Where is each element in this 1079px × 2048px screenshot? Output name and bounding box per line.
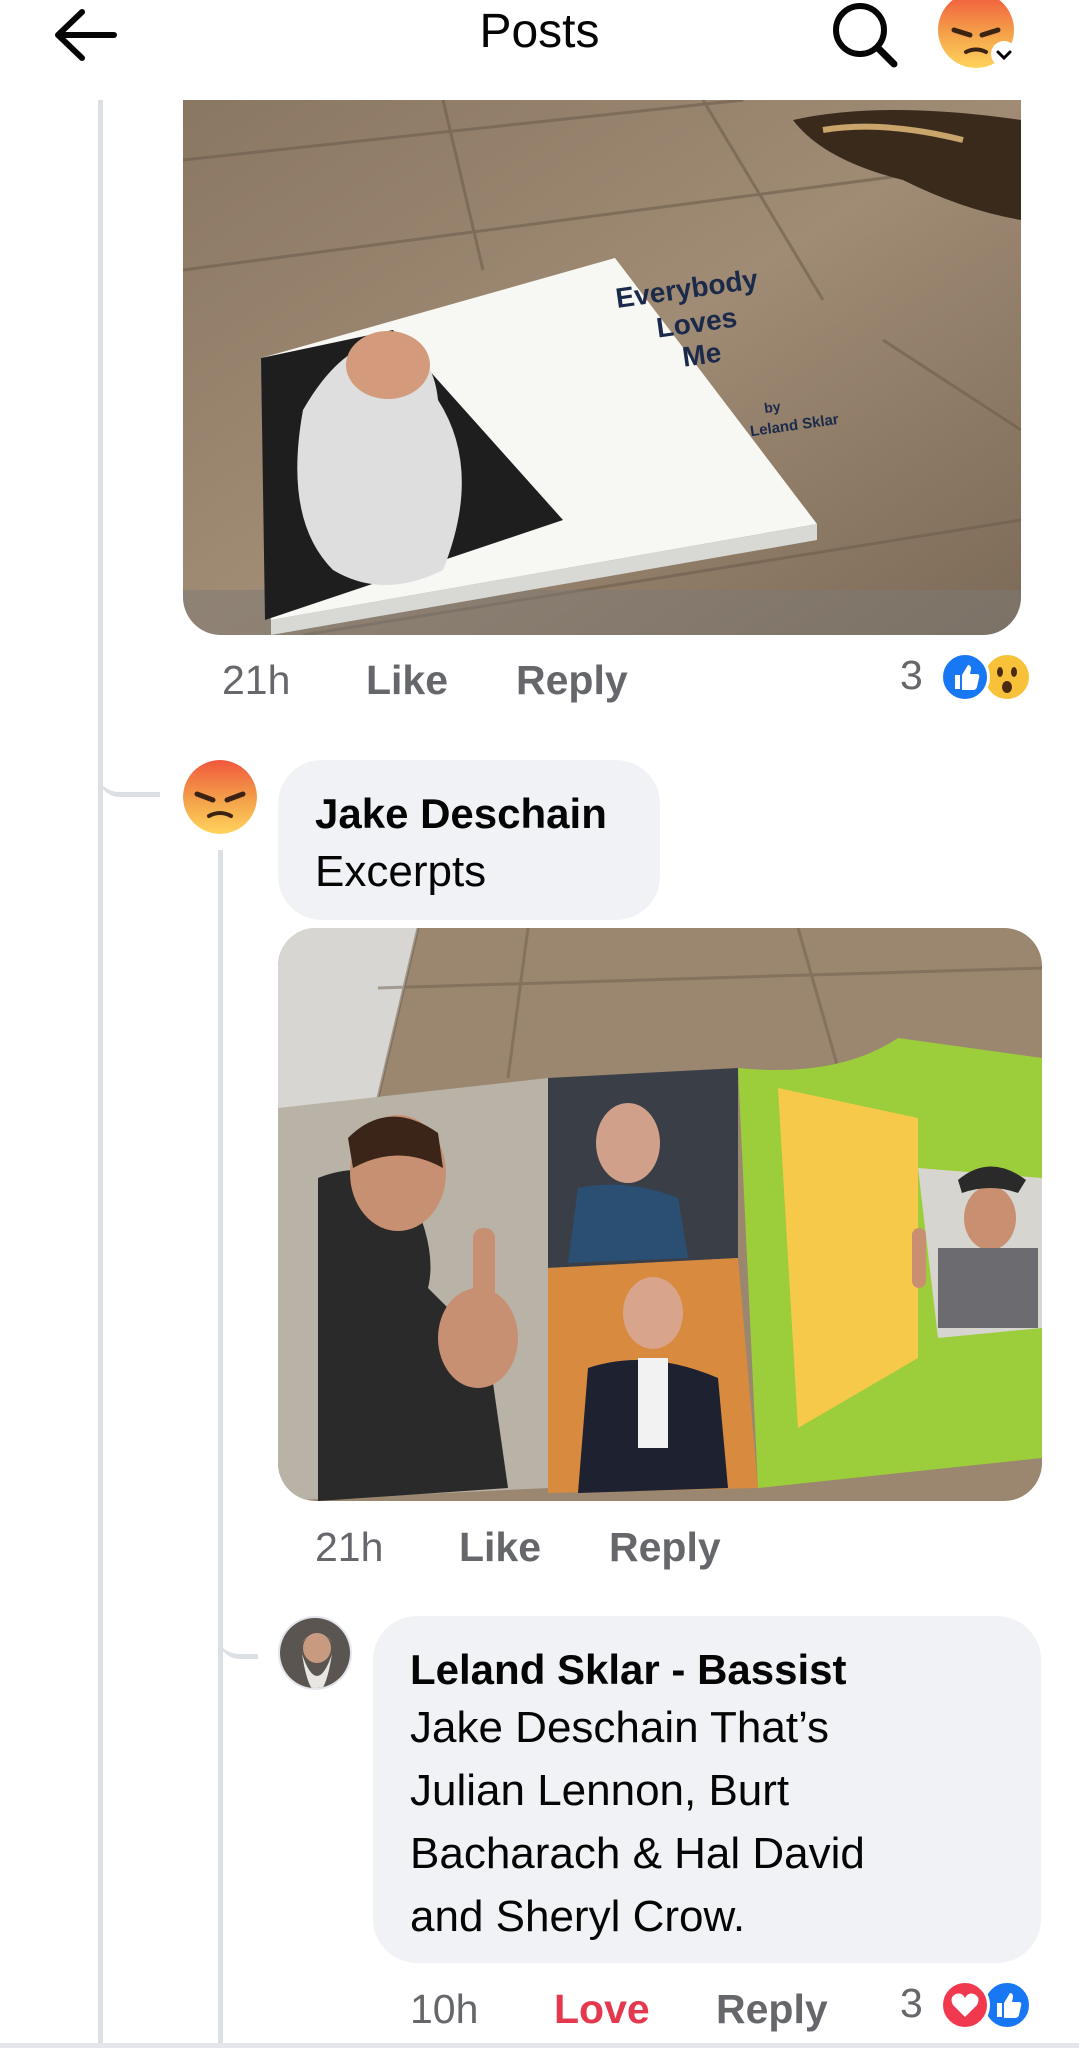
reply-button[interactable]: Reply [516, 655, 628, 705]
page-title: Posts [479, 5, 600, 58]
comment-author[interactable]: Leland Sklar - Bassist [410, 1646, 847, 1694]
profile-photo [280, 1618, 350, 1688]
like-reaction-icon [940, 652, 990, 702]
love-button[interactable]: Love [554, 1984, 650, 2034]
book-by: by [763, 398, 782, 416]
comment-text: Jake Deschain That’s Julian Lennon, Burt… [410, 1703, 865, 1941]
thread-line-jake [218, 850, 223, 2043]
avatar-leland-sklar[interactable] [278, 1616, 352, 1690]
search-icon [833, 3, 898, 68]
comment-text: Excerpts [315, 847, 487, 896]
like-button[interactable]: Like [459, 1522, 541, 1572]
comment-time: 21h [222, 657, 291, 703]
comment-bubble-jake[interactable]: Jake Deschain Excerpts [278, 760, 660, 920]
reaction-summary-3[interactable]: 3 [900, 1978, 1050, 2034]
reaction-count: 3 [900, 652, 923, 698]
reply-button[interactable]: Reply [716, 1984, 828, 2034]
comment-actions-3: 10h Love Reply [410, 1984, 870, 2036]
comment-author[interactable]: Jake Deschain [315, 790, 607, 838]
comment-time: 10h [410, 1986, 479, 2032]
thread-connector-leland [218, 1610, 258, 1659]
like-button[interactable]: Like [366, 655, 448, 705]
thread-line-main [98, 100, 103, 2043]
reaction-summary-1[interactable]: 3 [900, 650, 1050, 706]
reply-button[interactable]: Reply [609, 1522, 721, 1572]
profile-menu-button[interactable] [938, 0, 1018, 72]
comment-photo-book-excerpts[interactable] [278, 928, 1042, 1501]
angry-emoji-icon [183, 760, 257, 834]
comment-bubble-leland[interactable]: Leland Sklar - Bassist Jake Deschain Tha… [373, 1616, 1041, 1963]
comment-time: 21h [315, 1524, 384, 1570]
avatar-jake-deschain[interactable] [183, 760, 257, 834]
bottom-divider [0, 2043, 1079, 2048]
reaction-count: 3 [900, 1980, 923, 2026]
angry-emoji-icon [938, 0, 1017, 68]
thread-connector-jake [98, 740, 160, 797]
comment-photo-book-cover[interactable]: Everybody Loves Me by Leland Sklar [183, 100, 1021, 635]
comment-actions-2: 21h Like Reply [315, 1522, 775, 1574]
comment-actions-1: 21h Like Reply [222, 655, 682, 707]
love-reaction-icon [940, 1980, 990, 2030]
search-button[interactable] [826, 0, 902, 70]
book-title-line3: Me [680, 337, 723, 373]
excerpt-photo-image [278, 928, 1042, 1501]
book-cover-image: Everybody Loves Me by Leland Sklar [183, 100, 1021, 635]
header-bar: Posts [0, 0, 1079, 70]
